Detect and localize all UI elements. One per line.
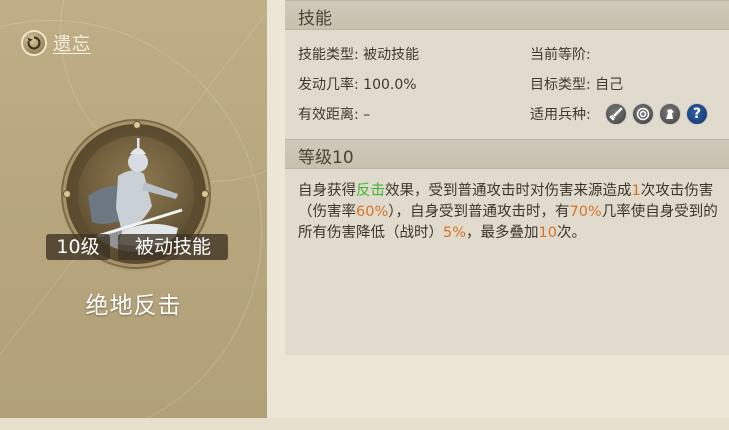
desc-text: 效果，受到普通攻击时对伤害来源造成: [385, 183, 632, 199]
current-rank-label: 当前等阶:: [530, 47, 591, 63]
undo-icon: [21, 30, 47, 56]
cavalry-unit-icon[interactable]: [659, 103, 681, 125]
target-type-row: 目标类型: 自己: [530, 74, 623, 94]
skill-description: 自身获得反击效果，受到普通攻击时对伤害来源造成1次攻击伤害（伤害率60%），自身…: [298, 181, 718, 244]
skill-card: 遗忘 10级 被动技能 绝地反击: [0, 0, 267, 418]
desc-text: ，最多叠加: [466, 225, 539, 241]
sword-unit-icon[interactable]: [605, 103, 627, 125]
applicable-units-label: 适用兵种:: [530, 107, 591, 123]
bow-unit-icon[interactable]: [632, 103, 654, 125]
question-icon[interactable]: ?: [686, 103, 708, 125]
trigger-rate-value: 100.0%: [363, 77, 417, 93]
desc-highlight-value: 1: [631, 183, 641, 199]
level-section-title: 等级10: [298, 148, 354, 168]
bottom-strip: [0, 418, 729, 430]
applicable-units-row: 适用兵种:: [530, 104, 591, 124]
skill-section-header: 技能: [285, 0, 729, 30]
portrait-rivet: [201, 190, 209, 198]
target-type-label: 目标类型:: [530, 77, 591, 93]
target-type-value: 自己: [595, 77, 624, 93]
skill-section-title: 技能: [298, 9, 332, 29]
effective-range-row: 有效距离: –: [298, 104, 370, 124]
desc-highlight-keyword: 反击: [356, 183, 385, 199]
desc-highlight-value: 70%: [569, 204, 602, 220]
trigger-rate-label: 发动几率:: [298, 77, 359, 93]
level-section-header: 等级10: [285, 139, 729, 169]
desc-text: ），自身受到普通攻击时，有: [388, 204, 570, 220]
effective-range-label: 有效距离:: [298, 107, 359, 123]
desc-text: 自身获得: [298, 183, 356, 199]
portrait-rivet: [133, 121, 141, 129]
desc-highlight-value: 60%: [356, 204, 389, 220]
portrait-rivet: [63, 190, 71, 198]
desc-text: 次。: [556, 225, 586, 241]
skill-type-label: 技能类型:: [298, 47, 359, 63]
current-rank-row: 当前等阶:: [530, 44, 591, 64]
effective-range-value: –: [363, 107, 371, 123]
skill-name: 绝地反击: [85, 293, 182, 319]
forget-label: 遗忘: [53, 34, 91, 55]
trigger-rate-row: 发动几率: 100.0%: [298, 74, 417, 94]
skill-level-badge: 10级: [46, 234, 110, 260]
skill-type-row: 技能类型: 被动技能: [298, 44, 419, 64]
desc-highlight-value: 5%: [443, 225, 467, 241]
skill-detail-panel: 技能 技能类型: 被动技能 当前等阶: 发动几率: 100.0% 目标类型: 自…: [285, 0, 729, 355]
desc-highlight-value: 10: [538, 225, 557, 241]
applicable-units-icons: ?: [605, 103, 708, 125]
skill-type-value: 被动技能: [363, 47, 420, 63]
skill-type-badge: 被动技能: [118, 234, 228, 260]
forget-button[interactable]: 遗忘: [21, 30, 91, 56]
